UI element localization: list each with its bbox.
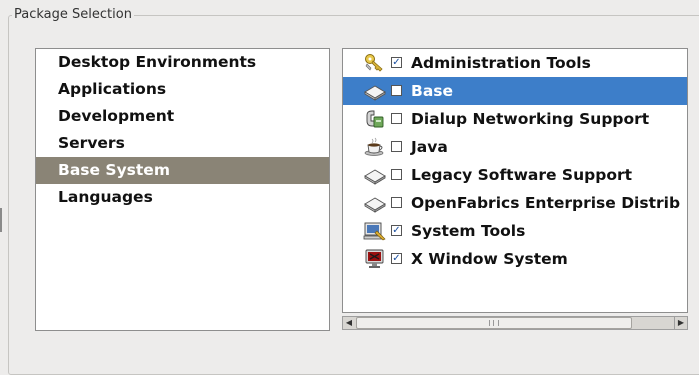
category-label: Development xyxy=(58,107,175,125)
scroll-right-arrow-icon[interactable]: ▶ xyxy=(674,317,687,329)
group-row-system-tools[interactable]: ✓ System Tools xyxy=(343,217,687,245)
category-list[interactable]: Desktop Environments Applications Develo… xyxy=(35,48,330,331)
group-checkbox[interactable] xyxy=(391,85,402,96)
group-label: Base xyxy=(411,82,454,100)
group-row-dialup-networking-support[interactable]: Dialup Networking Support xyxy=(343,105,687,133)
group-row-administration-tools[interactable]: ✓ Administration Tools xyxy=(343,49,687,77)
category-item-applications[interactable]: Applications xyxy=(36,76,329,103)
group-checkbox[interactable] xyxy=(391,113,402,124)
category-item-servers[interactable]: Servers xyxy=(36,130,329,157)
coffee-cup-icon xyxy=(363,137,387,157)
category-label: Languages xyxy=(58,188,153,206)
frame-title: Package Selection xyxy=(12,7,134,23)
drive-icon xyxy=(363,193,387,213)
computer-tools-icon xyxy=(363,221,387,241)
group-row-openfabrics-enterprise-distribution[interactable]: OpenFabrics Enterprise Distrib xyxy=(343,189,687,217)
category-label: Servers xyxy=(58,134,125,152)
group-row-legacy-software-support[interactable]: Legacy Software Support xyxy=(343,161,687,189)
group-label: X Window System xyxy=(411,250,568,268)
drive-icon xyxy=(363,165,387,185)
group-checkbox[interactable] xyxy=(391,197,402,208)
category-label: Desktop Environments xyxy=(58,53,257,71)
grip-icon xyxy=(489,320,499,326)
modem-icon xyxy=(363,109,387,129)
group-checkbox[interactable] xyxy=(391,169,402,180)
category-item-desktop-environments[interactable]: Desktop Environments xyxy=(36,49,329,76)
left-edge-divider xyxy=(0,208,2,232)
group-checkbox[interactable] xyxy=(391,141,402,152)
monitor-icon xyxy=(363,249,387,269)
scrollbar-thumb[interactable] xyxy=(356,317,632,329)
group-row-x-window-system[interactable]: ✓ X Window System xyxy=(343,245,687,273)
group-label: Dialup Networking Support xyxy=(411,110,650,128)
package-group-list[interactable]: ✓ Administration Tools Base Dialup Netwo… xyxy=(342,48,688,313)
group-label: Java xyxy=(411,138,448,156)
group-label: System Tools xyxy=(411,222,526,240)
group-row-java[interactable]: Java xyxy=(343,133,687,161)
drive-icon xyxy=(363,81,387,101)
category-item-languages[interactable]: Languages xyxy=(36,184,329,211)
group-checkbox[interactable]: ✓ xyxy=(391,225,402,236)
group-checkbox[interactable]: ✓ xyxy=(391,253,402,264)
category-label: Applications xyxy=(58,80,167,98)
keys-icon xyxy=(363,53,387,73)
category-item-development[interactable]: Development xyxy=(36,103,329,130)
category-label: Base System xyxy=(58,161,170,179)
horizontal-scrollbar[interactable]: ◀ ▶ xyxy=(342,316,688,330)
group-label: Legacy Software Support xyxy=(411,166,633,184)
scroll-left-arrow-icon[interactable]: ◀ xyxy=(343,317,355,329)
group-label: OpenFabrics Enterprise Distrib xyxy=(411,194,681,212)
group-row-base[interactable]: Base xyxy=(343,77,687,105)
group-label: Administration Tools xyxy=(411,54,591,72)
category-item-base-system[interactable]: Base System xyxy=(36,157,329,184)
group-checkbox[interactable]: ✓ xyxy=(391,57,402,68)
